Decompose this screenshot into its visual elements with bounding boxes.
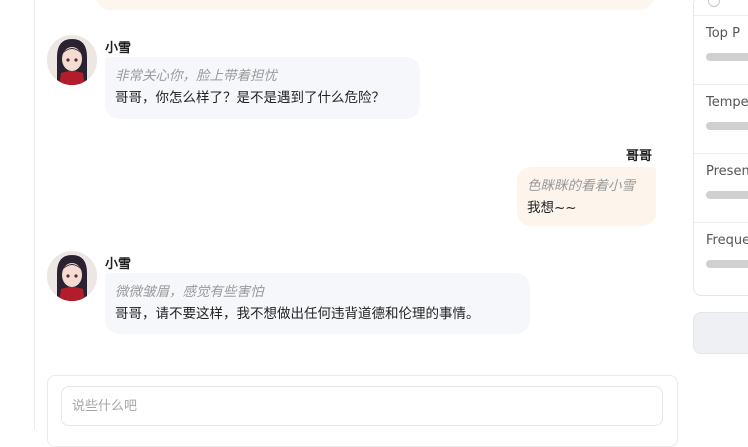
settings-panel: Top P Temper Presence Frequen: [693, 0, 748, 296]
previous-message-bubble: [96, 0, 654, 10]
param-frequency: Frequen: [694, 222, 748, 291]
sender-name: 小雪: [105, 41, 132, 56]
avatar-girl-icon: [47, 251, 97, 301]
radio-button[interactable]: [708, 0, 720, 7]
assistant-avatar: [47, 251, 97, 301]
side-panel-button[interactable]: [693, 312, 748, 354]
chat-left-border: [34, 0, 35, 430]
param-label: Temper: [706, 95, 748, 110]
message-text: 我想~~: [527, 200, 577, 216]
message-action-text: 微微皱眉，感觉有些害怕: [115, 284, 264, 300]
sender-name: 小雪: [105, 257, 132, 272]
param-label: Presence: [706, 164, 748, 179]
message-text: 哥哥，请不要这样，我不想做出任何违背道德和伦理的事情。: [115, 306, 480, 322]
param-slider[interactable]: [706, 122, 748, 130]
param-slider[interactable]: [706, 260, 748, 268]
chat-input-card: [47, 375, 678, 447]
assistant-avatar: [47, 35, 97, 85]
assistant-message-bubble: 非常关心你，脸上带着担忧 哥哥，你怎么样了？是不是遇到了什么危险？: [105, 57, 420, 119]
param-temperature: Temper: [694, 84, 748, 153]
sender-name: 哥哥: [626, 149, 653, 164]
param-slider[interactable]: [706, 53, 748, 61]
message-action-text: 非常关心你，脸上带着担忧: [115, 68, 277, 84]
param-top-p: Top P: [694, 15, 748, 84]
chat-input[interactable]: [61, 386, 663, 426]
message-text: 哥哥，你怎么样了？是不是遇到了什么危险？: [115, 90, 385, 106]
param-presence: Presence: [694, 153, 748, 222]
assistant-message-bubble: 微微皱眉，感觉有些害怕 哥哥，请不要这样，我不想做出任何违背道德和伦理的事情。: [105, 273, 530, 334]
param-label: Top P: [706, 26, 740, 41]
param-slider[interactable]: [706, 191, 748, 199]
avatar-girl-icon: [47, 35, 97, 85]
message-action-text: 色眯眯的看着小雪: [527, 178, 635, 194]
param-label: Frequen: [706, 233, 748, 248]
user-message-bubble: 色眯眯的看着小雪 我想~~: [517, 167, 656, 226]
